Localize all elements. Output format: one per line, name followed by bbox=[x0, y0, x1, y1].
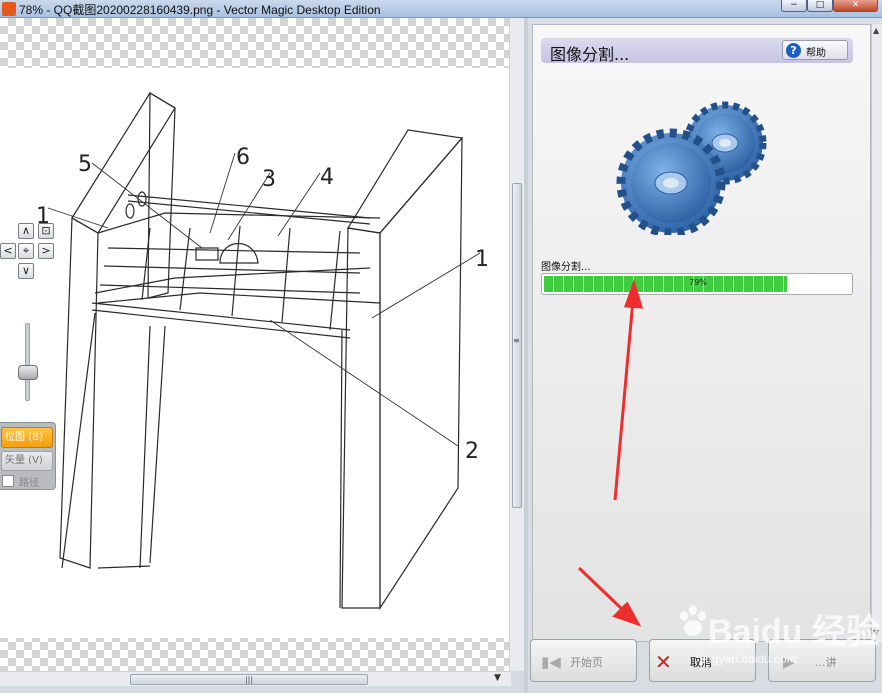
pan-up-button[interactable]: ∧ bbox=[18, 223, 34, 239]
start-page-label: 开始页 bbox=[570, 656, 603, 669]
fit-center-button[interactable]: ⌖ bbox=[18, 243, 34, 259]
drawing-svg: 1 5 6 3 4 1 2 bbox=[36, 91, 489, 611]
callout-label: 2 bbox=[465, 439, 479, 464]
help-button[interactable]: ? 帮助 bbox=[782, 40, 848, 60]
vector-magic-window: 78% - QQ截图20200228160439.png - Vector Ma… bbox=[0, 0, 882, 693]
technical-drawing: 1 5 6 3 4 1 2 bbox=[0, 68, 511, 638]
start-page-button[interactable]: ▮◀ 开始页 bbox=[530, 639, 637, 682]
help-icon: ? bbox=[786, 43, 801, 58]
app-icon bbox=[2, 2, 16, 16]
cancel-x-icon: ✕ bbox=[655, 650, 672, 674]
paw-logo-icon bbox=[680, 605, 706, 636]
vector-mode-button[interactable]: 矢量 (V) bbox=[1, 451, 53, 471]
pan-right-button[interactable]: > bbox=[38, 243, 54, 259]
minimize-button[interactable]: − bbox=[781, 0, 807, 12]
callout-label: 3 bbox=[262, 167, 276, 192]
window-title: 78% - QQ截图20200228160439.png - Vector Ma… bbox=[19, 3, 381, 17]
panel-scrollbar[interactable]: ▲ ▼ bbox=[871, 24, 882, 642]
callout-label: 1 bbox=[475, 247, 489, 272]
step-header: 图像分割... ? 帮助 bbox=[541, 38, 853, 64]
gears-icon bbox=[616, 101, 767, 235]
path-checkbox[interactable] bbox=[2, 475, 14, 487]
title-bar: 78% - QQ截图20200228160439.png - Vector Ma… bbox=[0, 0, 882, 18]
first-page-icon: ▮◀ bbox=[541, 653, 561, 671]
watermark-url: jingyan.baidu.com bbox=[700, 652, 797, 666]
horizontal-scroll-thumb[interactable]: ||| bbox=[130, 674, 368, 685]
wizard-content: 图像分割... ? 帮助 图像分割... 79% bbox=[532, 24, 871, 642]
fit-all-button[interactable]: ⊡ bbox=[38, 223, 54, 239]
zoom-slider-track[interactable] bbox=[25, 323, 30, 401]
callout-label: 5 bbox=[78, 152, 92, 177]
pan-down-button[interactable]: ∨ bbox=[18, 263, 34, 279]
vertical-scroll-thumb[interactable] bbox=[512, 183, 522, 508]
zoom-slider-thumb[interactable] bbox=[18, 365, 38, 380]
canvas-horizontal-scrollbar[interactable]: ||| ▼ bbox=[0, 671, 511, 686]
help-label: 帮助 bbox=[806, 48, 826, 59]
bitmap-mode-button[interactable]: 位图 (B) bbox=[1, 427, 53, 448]
image-canvas[interactable]: 1 5 6 3 4 1 2 ∧ ⊡ < ⌖ > ∨ 位图 (B) 矢量 (V) … bbox=[0, 18, 511, 671]
watermark-brand: Baidu 经验 bbox=[708, 613, 880, 651]
baidu-watermark: Baidu 经验 jingyan.baidu.com bbox=[676, 600, 880, 670]
callout-label: 4 bbox=[320, 165, 334, 190]
progress-bar: 79% bbox=[541, 273, 853, 295]
right-post-front bbox=[341, 227, 381, 609]
step-title: 图像分割... bbox=[550, 45, 630, 64]
wizard-panel: 图像分割... ? 帮助 图像分割... 79% ▲ ▼ ▮◀ 开始页 ✕ 取消… bbox=[528, 18, 882, 693]
scroll-up-icon[interactable]: ▲ bbox=[873, 26, 879, 35]
progress-label: 图像分割... bbox=[541, 262, 591, 273]
maximize-button[interactable]: □ bbox=[807, 0, 833, 12]
path-label: 路径 bbox=[19, 478, 39, 489]
progress-percent: 79% bbox=[689, 278, 707, 287]
scroll-grip-icon: ≡ bbox=[513, 336, 520, 345]
canvas-vertical-scrollbar[interactable]: ≡ bbox=[509, 18, 524, 671]
callout-label: 6 bbox=[236, 145, 250, 170]
scroll-down-arrow-icon[interactable]: ▼ bbox=[494, 673, 501, 683]
pan-left-button[interactable]: < bbox=[0, 243, 16, 259]
close-button[interactable]: ✕ bbox=[833, 0, 878, 12]
left-post-front bbox=[59, 216, 99, 569]
view-mode-panel: 位图 (B) 矢量 (V) 路径 bbox=[0, 422, 56, 490]
